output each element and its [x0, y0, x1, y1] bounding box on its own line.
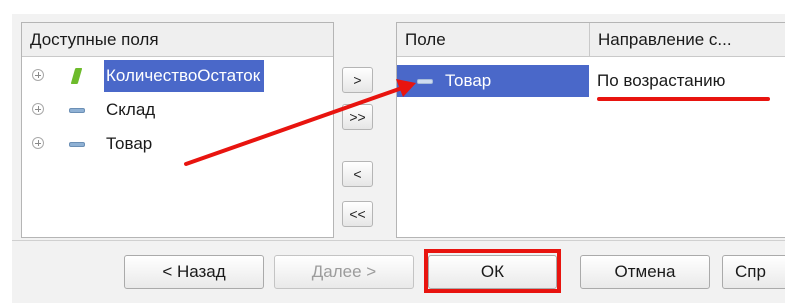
annotation-arrow: [184, 79, 416, 166]
